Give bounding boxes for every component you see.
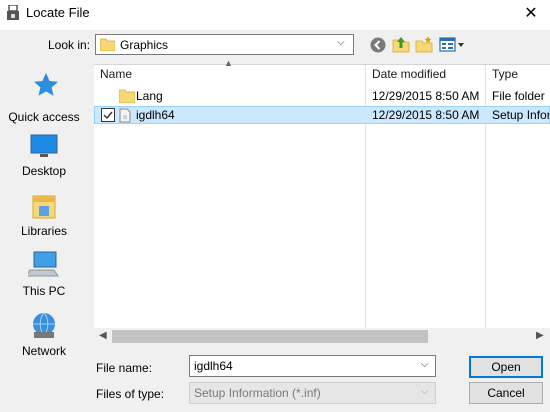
file-date: 12/29/2015 8:50 AM	[372, 89, 480, 103]
place-label: Libraries	[20, 224, 68, 238]
checkbox-checked-icon[interactable]	[101, 108, 115, 122]
up-folder-icon[interactable]	[392, 35, 410, 53]
folder-icon	[100, 38, 115, 51]
file-name-input[interactable]	[194, 358, 414, 374]
setup-file-icon	[119, 108, 131, 123]
file-list[interactable]: ▲ Name Date modified Type Lang 12/29/201…	[94, 58, 550, 345]
place-label: Desktop	[21, 164, 67, 178]
files-of-type-value: Setup Information (*.inf)	[194, 386, 321, 400]
libraries-icon	[32, 195, 56, 219]
file-name: igdlh64	[136, 108, 175, 122]
place-network[interactable]: Network	[0, 312, 88, 362]
folder-icon	[119, 89, 135, 103]
place-label: Quick access	[8, 110, 80, 124]
close-button[interactable]: ✕	[516, 2, 546, 26]
look-in-label: Look in:	[48, 38, 91, 52]
list-item[interactable]: Lang 12/29/2015 8:50 AM File folder	[94, 87, 550, 105]
desktop-icon	[30, 134, 58, 157]
app-icon	[7, 5, 19, 20]
chevron-down-icon: ⌵	[337, 37, 345, 48]
look-in-value: Graphics	[120, 38, 169, 52]
file-date: 12/29/2015 8:50 AM	[372, 108, 480, 122]
place-this-pc[interactable]: This PC	[0, 250, 88, 300]
open-button[interactable]: Open	[469, 356, 543, 378]
file-name-combo[interactable]: ⌵	[189, 355, 436, 377]
star-icon	[34, 73, 58, 96]
network-icon	[33, 312, 55, 338]
chevron-down-icon[interactable]: ⌵	[421, 359, 429, 370]
new-folder-icon[interactable]	[415, 35, 433, 53]
scroll-left-icon[interactable]: ◀	[99, 330, 107, 341]
files-of-type-dropdown: Setup Information (*.inf) ⌵	[189, 382, 436, 404]
files-of-type-label: Files of type:	[96, 387, 165, 401]
place-label: This PC	[22, 284, 66, 298]
computer-icon	[28, 251, 59, 277]
file-name-label: File name:	[96, 361, 153, 375]
scroll-right-icon[interactable]: ▶	[536, 330, 544, 341]
file-type: Setup Infor	[492, 108, 549, 122]
cancel-button[interactable]: Cancel	[469, 382, 543, 404]
places-bar: Quick access Desktop Libraries This PC N…	[0, 64, 88, 358]
place-libraries[interactable]: Libraries	[0, 192, 88, 240]
horizontal-scrollbar[interactable]: ◀ ▶	[94, 328, 550, 345]
back-icon[interactable]	[369, 36, 387, 54]
look-in-dropdown[interactable]: Graphics ⌵	[95, 34, 354, 55]
file-type: File folder	[492, 89, 545, 103]
chevron-down-icon: ⌵	[421, 386, 429, 397]
view-menu-icon[interactable]	[439, 36, 465, 54]
file-name: Lang	[136, 89, 163, 103]
window-title: Locate File	[26, 5, 90, 20]
place-quick-access[interactable]: Quick access	[0, 72, 88, 124]
place-label: Network	[21, 344, 66, 358]
place-desktop[interactable]: Desktop	[0, 134, 88, 180]
list-item-selected[interactable]: igdlh64 12/29/2015 8:50 AM Setup Infor	[94, 106, 550, 124]
sort-ascending-icon: ▲	[224, 58, 233, 68]
column-header-type[interactable]: Type	[492, 67, 518, 81]
column-header-name[interactable]: Name	[100, 67, 132, 81]
column-header-date[interactable]: Date modified	[372, 67, 446, 81]
title-bar: Locate File ✕	[0, 0, 550, 30]
scrollbar-thumb[interactable]	[112, 330, 428, 343]
